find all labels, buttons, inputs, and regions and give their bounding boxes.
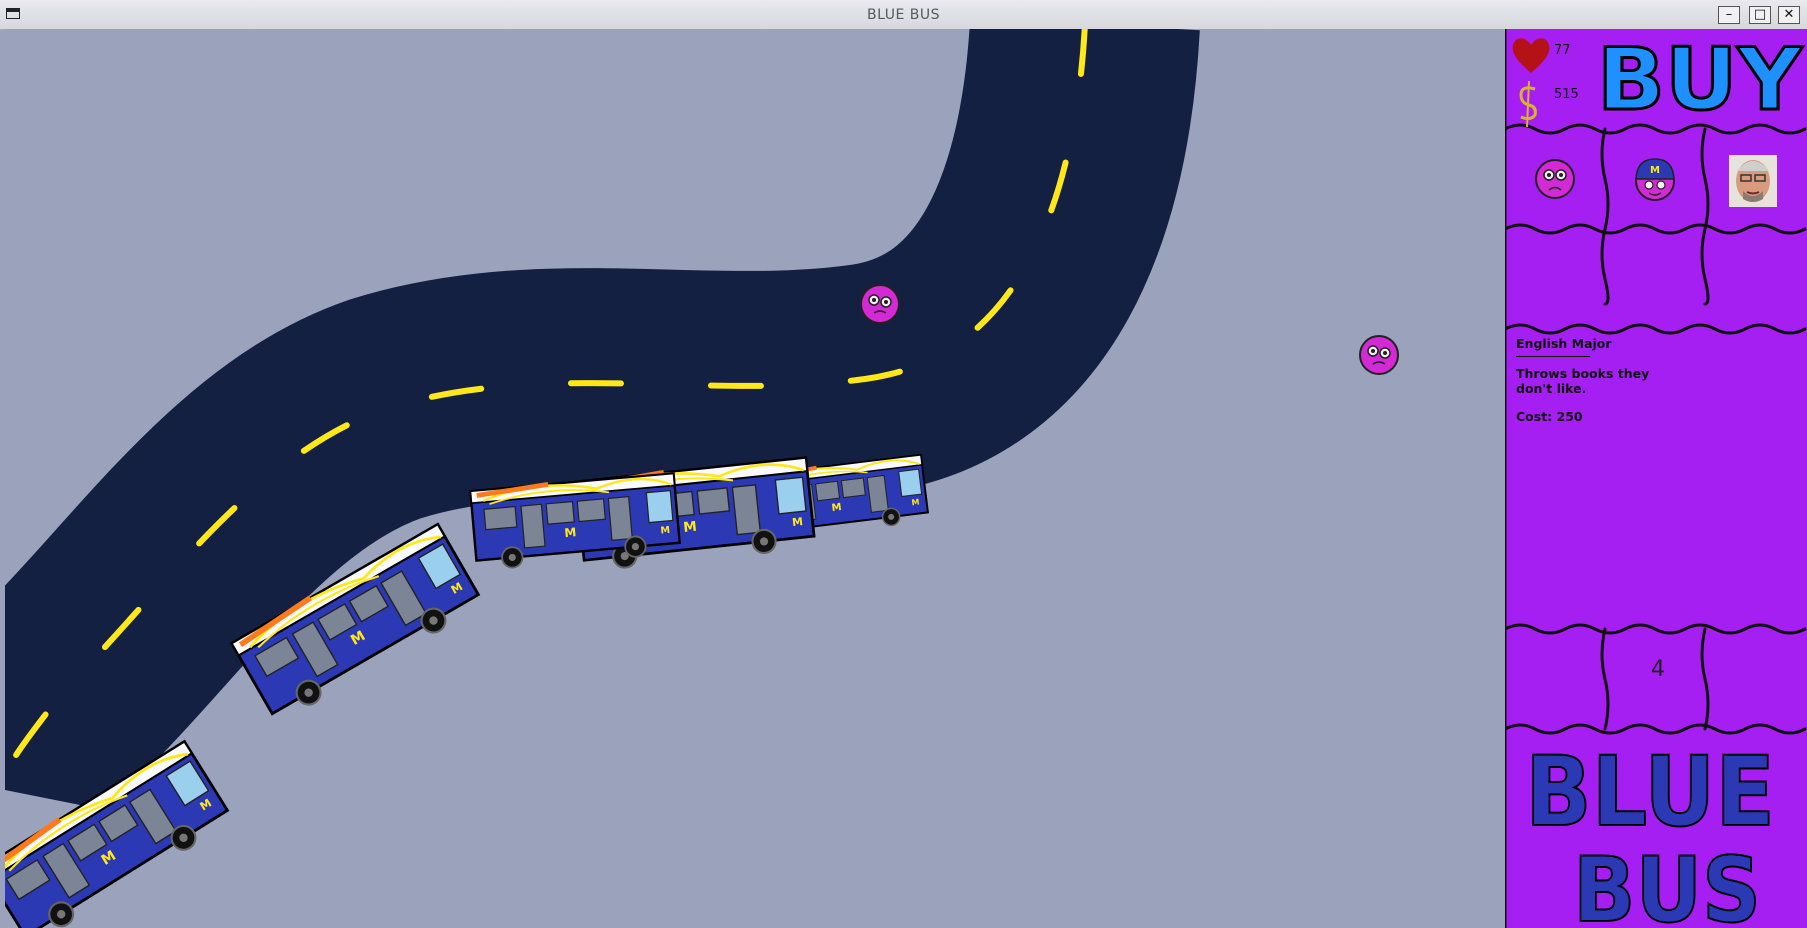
tower-description: Throws books they don't like. — [1516, 366, 1650, 396]
tower-slot-empty-3[interactable] — [1705, 229, 1807, 329]
tower-info: English Major Throws books they don't li… — [1516, 336, 1686, 424]
tower-slot-empty-1[interactable] — [1505, 229, 1605, 329]
health-value: 77 — [1554, 43, 1571, 58]
tower-slot-english-major[interactable] — [1533, 157, 1577, 201]
english-major-icon — [1535, 159, 1575, 199]
blue-bus-logo: BLUE BUS — [1525, 737, 1776, 927]
bus-enemy-3 — [470, 473, 680, 570]
window-titlebar[interactable]: BLUE BUS – □ ✕ — [0, 0, 1807, 30]
svg-text:BUS: BUS — [1573, 838, 1761, 927]
road — [5, 29, 1200, 827]
svg-text:BUY: BUY — [1597, 30, 1804, 121]
control-slot-right[interactable] — [1705, 631, 1807, 727]
window-title: BLUE BUS — [867, 7, 940, 23]
tower-cost: Cost: 250 — [1516, 409, 1583, 424]
minimize-button[interactable]: – — [1718, 6, 1740, 24]
wave-counter: 4 — [1651, 657, 1665, 682]
control-slot-left[interactable] — [1505, 631, 1605, 727]
shop-panel: 77 515 BUY M English Major Throws books … — [1505, 29, 1807, 928]
dollar-icon — [1519, 80, 1537, 127]
maximize-button[interactable]: □ — [1749, 6, 1771, 24]
tower-slot-professor[interactable] — [1729, 155, 1777, 207]
professor-portrait-icon — [1729, 155, 1777, 207]
blue-cap-student-icon: M — [1635, 158, 1675, 201]
close-button[interactable]: ✕ — [1778, 6, 1800, 24]
buy-title: BUY — [1597, 29, 1805, 121]
heart-icon — [1512, 38, 1550, 73]
tower-slot-blue-cap-student[interactable]: M — [1633, 157, 1677, 201]
svg-text:BLUE: BLUE — [1525, 737, 1775, 848]
tower-name: English Major — [1516, 336, 1612, 351]
tower-slot-empty-2[interactable] — [1605, 229, 1705, 329]
english-major-tower-2 — [1359, 335, 1399, 375]
map-canvas: M M — [5, 29, 1399, 928]
tower-name-underline — [1516, 356, 1590, 357]
game-field[interactable]: M M — [5, 29, 1505, 928]
english-major-tower-1 — [860, 284, 900, 324]
money-value: 515 — [1554, 87, 1579, 102]
svg-text:M: M — [1650, 165, 1660, 176]
